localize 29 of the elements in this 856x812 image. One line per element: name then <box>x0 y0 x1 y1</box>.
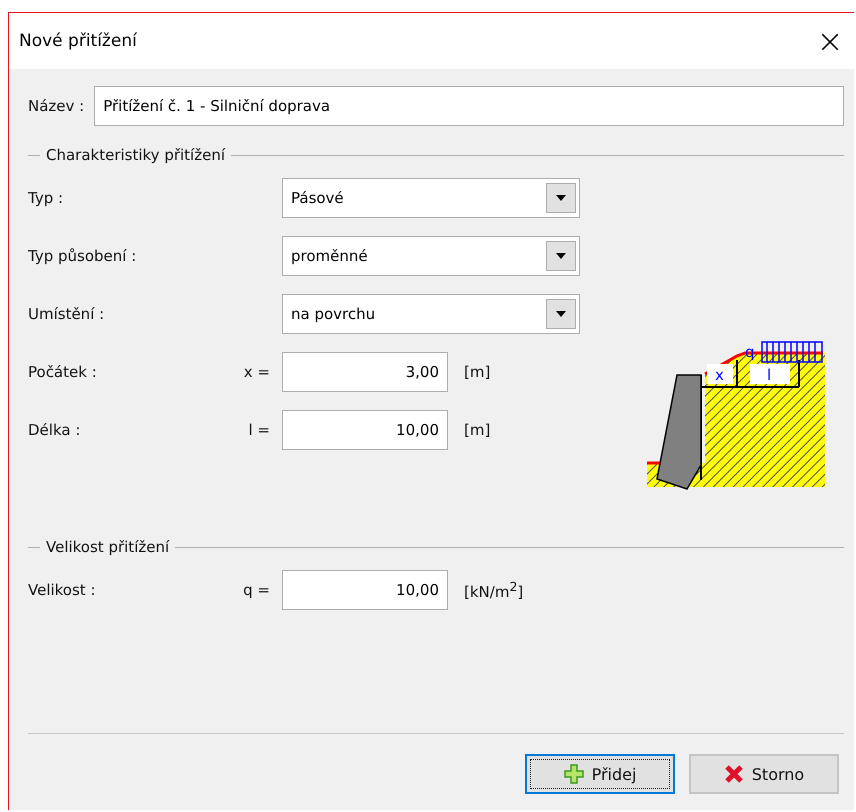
field-label: Velikost : <box>28 581 97 599</box>
number-input[interactable]: 10,00 <box>282 410 448 450</box>
length-label: l <box>767 366 772 384</box>
symbol-label: q = <box>242 581 270 599</box>
number-input[interactable]: 10,00 <box>282 570 448 610</box>
window-title: Nové přitížení <box>19 31 137 51</box>
symbol-label: l = <box>247 421 270 439</box>
name-input[interactable]: Přitížení č. 1 - Silniční doprava <box>94 86 844 126</box>
field-label: Počátek : <box>28 363 98 381</box>
load-label: q <box>745 343 755 361</box>
dropdown[interactable]: na povrchu <box>282 294 580 334</box>
number-input[interactable]: 3,00 <box>282 352 448 392</box>
symbol-label: x = <box>242 363 270 381</box>
field-label: Typ působení : <box>28 247 138 265</box>
section-title: Charakteristiky přitížení <box>46 146 226 164</box>
field-label: Umístění : <box>28 305 106 323</box>
start-label: x <box>715 366 724 384</box>
name-label: Název : <box>28 97 84 115</box>
close-button[interactable]: × <box>806 17 854 65</box>
unit-label: [kN/m$^{2}$] <box>463 579 524 601</box>
unit-label: [m] <box>463 363 492 381</box>
dropdown[interactable]: proměnné <box>282 236 580 276</box>
unit-label: [m] <box>463 421 492 439</box>
dropdown[interactable]: Pásové <box>282 178 580 218</box>
field-label: Typ : <box>28 189 64 207</box>
section-title: Velikost přitížení <box>46 538 170 556</box>
cancel-button[interactable]: Storno <box>689 754 839 794</box>
add-button[interactable]: Přidej <box>525 754 675 794</box>
field-label: Délka : <box>28 421 82 439</box>
